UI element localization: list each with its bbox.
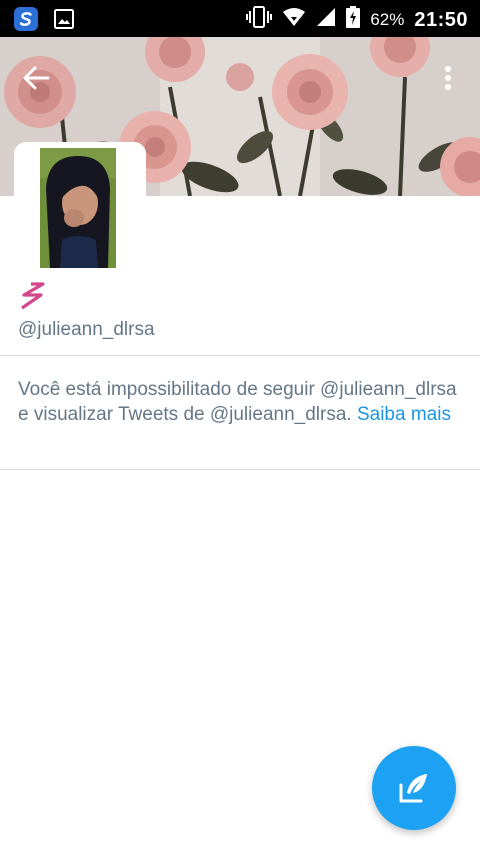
more-options-button[interactable] [436,62,460,94]
gallery-icon [54,9,74,34]
blocked-notice: Você está impossibilitado de seguir @jul… [18,377,458,427]
zigzag-emoji-icon [19,281,47,311]
divider-bottom [0,469,480,470]
compose-tweet-button[interactable] [372,746,456,830]
learn-more-link[interactable]: Saiba mais [357,404,451,425]
back-button[interactable] [18,62,54,94]
battery-percent: 62% [370,10,405,29]
divider-top [0,355,480,356]
compose-tweet-icon [399,774,427,803]
profile-handle: @julieann_dlrsa [18,319,155,340]
battery-charging-icon [346,6,361,34]
status-bar: 62% 21:50 [0,0,480,37]
vibrate-icon [246,6,273,34]
clock-time: 21:50 [414,8,468,31]
arrow-left-icon [23,66,50,90]
avatar[interactable] [40,148,116,268]
signal-icon [316,7,336,33]
swype-icon [14,7,38,36]
wifi-icon [282,7,306,33]
more-vert-icon [445,66,451,90]
